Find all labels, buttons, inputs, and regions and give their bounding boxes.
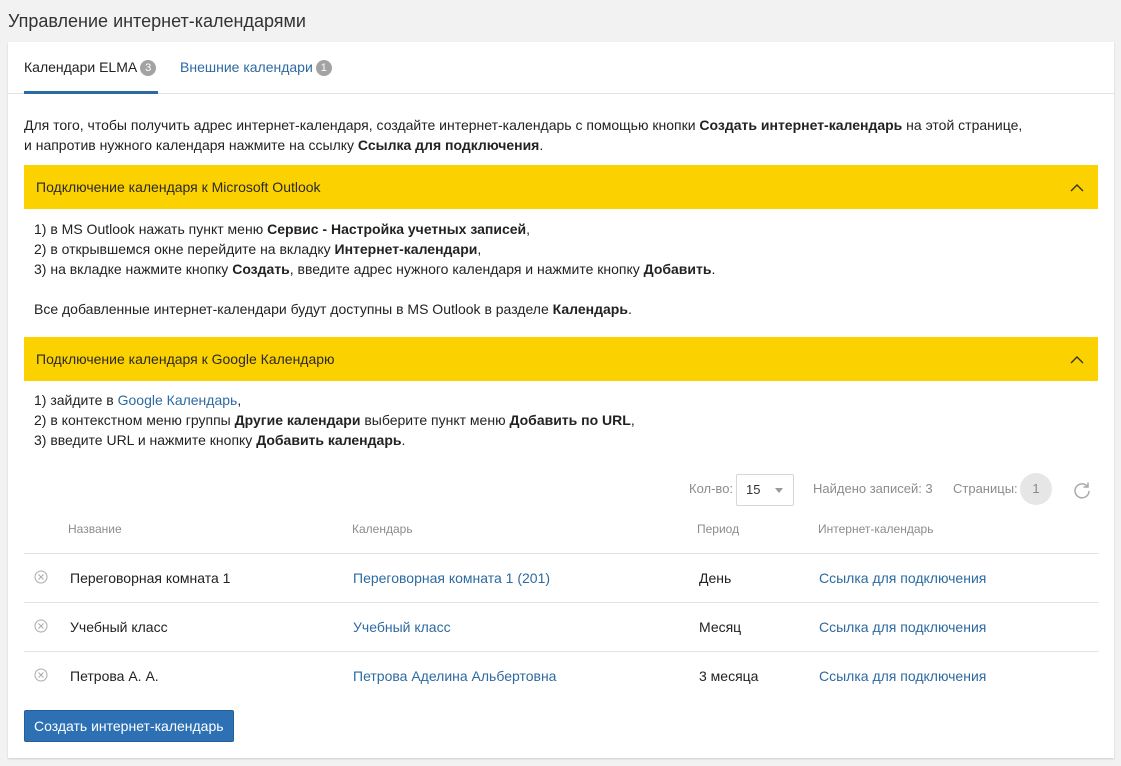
chevron-up-icon[interactable] [1070,337,1084,381]
instruction-line: 1) в MS Outlook нажать пункт меню Сервис… [34,219,1094,239]
row-connection-link[interactable]: Ссылка для подключения [819,652,986,700]
google-calendar-link[interactable]: Google Календарь [118,392,238,408]
instruction-bold: Сервис - Настройка учетных записей [267,221,527,237]
instruction-line: 1) зайдите в Google Календарь, [34,390,1094,410]
count-badge: 1 [315,60,332,76]
tab-bar: Календари ELMA 3 Внешние календари 1 [8,42,1114,94]
row-calendar-link[interactable]: Переговорная комната 1 (201) [353,554,550,602]
instruction-bold: Добавить календарь [256,432,402,448]
page-title: Управление интернет-календарями [8,11,306,31]
instruction-line: 3) введите URL и нажмите кнопку Добавить… [34,430,1094,450]
instruction-bold: Добавить по URL [509,412,631,428]
instruction-line: 2) в открывшемся окне перейдите на вклад… [34,239,1094,259]
calendars-panel: Календари ELMA 3 Внешние календари 1 Для т… [8,42,1114,758]
instruction-line: 3) на вкладке нажмите кнопку Создать, вв… [34,259,1094,279]
instruction-bold: Другие календари [234,412,361,428]
count-badge: 3 [140,60,157,76]
row-name: Петрова А. А. [70,668,159,684]
instruction-text: выберите пункт меню [360,412,510,428]
instruction-bold: Создать [232,261,290,277]
instruction-text: 2) в контекстном меню группы [34,412,235,428]
row-period: День [699,570,732,586]
instruction-text: . [627,301,632,317]
row-connection-link[interactable]: Ссылка для подключения [819,603,986,651]
row-name: Учебный класс [70,619,168,635]
intro-text: Для того, чтобы получить адрес интернет-… [24,115,1104,155]
quantity-select[interactable]: 15 [736,474,794,506]
instruction-text: 1) в MS Outlook нажать пункт меню [34,221,268,237]
quantity-label: Кол-во: [689,481,734,496]
section-title: Подключение календаря к Microsoft Outloo… [36,179,321,195]
instruction-text: , введите адрес нужного календаря и нажм… [289,261,644,277]
instruction-text: , [630,412,635,428]
google-instructions: 1) зайдите в Google Календарь, 2) в конт… [34,390,1094,450]
table-row: Петрова А. А. Петрова Аделина Альбертовн… [24,651,1099,700]
row-name: Переговорная комната 1 [70,570,231,586]
intro-text-part: и напротив нужного календаря нажмите на … [24,137,358,153]
create-internet-calendar-button[interactable]: Создать интернет-календарь [24,710,234,742]
intro-bold: Ссылка для подключения [357,137,540,153]
pages-label: Страницы: [953,481,1018,496]
instruction-text: , [526,221,531,237]
column-header-calendar: Календарь [352,522,413,536]
chevron-down-icon [775,488,783,493]
chevron-up-icon[interactable] [1070,165,1084,209]
row-period: Месяц [699,619,742,635]
instruction-text: 3) введите URL и нажмите кнопку [34,432,257,448]
table-row: Учебный класс Учебный класс Месяц Ссылка… [24,602,1099,651]
intro-text-part: . [539,137,544,153]
page-number-button[interactable]: 1 [1020,473,1052,505]
column-header-internet-calendar: Интернет-календарь [818,522,934,536]
instruction-text: . [711,261,716,277]
remove-circle-icon[interactable] [34,619,48,636]
column-header-period: Период [697,522,740,536]
instruction-line: 2) в контекстном меню группы Другие кале… [34,410,1094,430]
section-title: Подключение календаря к Google Календарю [36,351,335,367]
intro-text-part: на этой странице, [902,117,1023,133]
outlook-instructions: 1) в MS Outlook нажать пункт меню Сервис… [34,219,1094,319]
tab-label: Внешние календари [180,59,313,75]
remove-circle-icon[interactable] [34,570,48,587]
instruction-text: , [477,241,482,257]
remove-circle-icon[interactable] [34,668,48,685]
tab-label: Календари ELMA [24,59,138,75]
instruction-text: 1) зайдите в [34,392,118,408]
records-found: Найдено записей: 3 [813,481,933,496]
tab-external-calendars[interactable]: Внешние календари 1 [180,42,332,94]
row-period: 3 месяца [699,668,759,684]
instruction-note: Все добавленные интернет-календари будут… [34,299,1094,319]
instruction-text: 2) в открывшемся окне перейдите на вклад… [34,241,335,257]
intro-bold: Создать интернет-календарь [699,117,903,133]
tab-elma-calendars[interactable]: Календари ELMA 3 [24,42,159,94]
table-row: Переговорная комната 1 Переговорная комн… [24,553,1099,602]
instruction-text: . [401,432,406,448]
column-header-name: Название [68,522,122,536]
google-section-header[interactable]: Подключение календаря к Google Календарю [24,337,1098,381]
instruction-text: Все добавленные интернет-календари будут… [34,301,553,317]
quantity-value: 15 [746,482,761,497]
instruction-text: , [237,392,242,408]
refresh-icon[interactable] [1072,480,1092,503]
instruction-bold: Интернет-календари [334,241,478,257]
instruction-text: 3) на вкладке нажмите кнопку [34,261,233,277]
outlook-section-header[interactable]: Подключение календаря к Microsoft Outloo… [24,165,1098,209]
instruction-bold: Календарь [552,301,628,317]
instruction-bold: Добавить [643,261,712,277]
intro-text-part: Для того, чтобы получить адрес интернет-… [24,117,700,133]
row-connection-link[interactable]: Ссылка для подключения [819,554,986,602]
row-calendar-link[interactable]: Петрова Аделина Альбертовна [353,652,556,700]
row-calendar-link[interactable]: Учебный класс [353,603,451,651]
